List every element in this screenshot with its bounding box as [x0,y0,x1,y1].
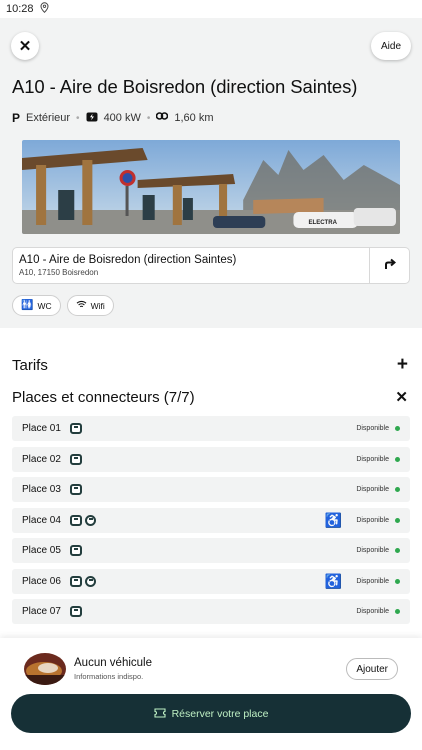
tarifs-section[interactable]: Tarifs + [0,354,422,376]
available-dot-icon [395,426,400,431]
parking-type: Extérieur [26,112,71,124]
parking-icon: P [12,111,21,125]
place-label: Place 01 [22,423,61,434]
power-value: 400 kW [103,112,141,124]
vehicle-image [24,653,66,685]
ccs-connector-icon [70,484,82,495]
place-label: Place 04 [22,514,61,526]
add-vehicle-button[interactable]: Ajouter [346,658,398,680]
separator-dot: • [76,112,80,124]
available-dot-icon [395,487,400,492]
distance-value: 1,60 km [174,112,214,124]
ccs-connector-icon [70,453,82,465]
address-card[interactable]: A10 - Aire de Boisredon (direction Saint… [12,247,410,284]
wc-icon: 🚻 [21,300,34,311]
svg-text:ELECTRA: ELECTRA [309,220,338,226]
amenity-wifi: Wifi [66,295,114,316]
places-section[interactable]: Places et connecteurs (7/7) ✕ [0,386,422,408]
separator-dot: • [146,112,151,124]
place-status: Disponible [356,608,389,615]
close-button[interactable]: ✕ [11,32,39,60]
ccs-connector-icon [70,575,82,587]
distance-icon [156,111,169,125]
available-dot-icon [395,517,400,523]
close-icon: ✕ [18,38,32,55]
wheelchair-accessible-icon: ♿ [324,511,343,528]
place-status: Disponible [356,486,389,493]
station-meta: P Extérieur • 400 kW • 1,60 km [0,98,422,128]
place-label: Place 02 [22,453,61,465]
collapse-close-icon[interactable]: ✕ [395,388,408,406]
station-header-panel: ✕ Aide A10 - Aire de Boisredon (directio… [0,18,422,328]
place-status: Disponible [356,516,389,524]
amenity-label: WC [37,300,52,311]
status-bar: 10:28 [0,0,422,18]
type2-connector-icon [85,514,96,526]
status-time: 10:28 [6,3,34,15]
place-status: Disponible [356,547,389,554]
ccs-connector-icon [70,514,82,526]
tarifs-label: Tarifs [12,356,48,374]
place-status: Disponible [356,425,389,432]
vehicle-row[interactable]: Aucun véhicule Informations indispo. Ajo… [0,638,422,690]
address-name: A10 - Aire de Boisredon (direction Saint… [19,254,237,266]
place-label: Place 03 [22,484,61,495]
directions-button[interactable] [369,248,409,283]
station-title: A10 - Aire de Boisredon (direction Saint… [12,76,358,97]
amenity-label: Wifi [90,300,105,311]
power-icon [86,112,98,125]
vehicle-name: Aucun véhicule [74,657,152,669]
place-label: Place 06 [22,575,61,587]
place-status: Disponible [356,455,389,463]
place-row[interactable]: Place 01 Disponible [12,416,410,441]
help-button[interactable]: Aide [370,32,411,60]
wifi-icon [76,300,87,312]
reserve-label: Réserver votre place [171,707,269,720]
station-photo[interactable]: ELECTRA [22,140,400,234]
address-line: A10, 17150 Boisredon [19,268,99,277]
place-row[interactable]: Place 03 Disponible [12,477,410,502]
available-dot-icon [395,456,400,462]
place-row[interactable]: Place 06 ♿ Disponible [12,568,410,594]
place-label: Place 07 [22,606,61,617]
bottom-action-bar: Aucun véhicule Informations indispo. Ajo… [0,638,422,750]
place-row[interactable]: Place 05 Disponible [12,538,410,563]
available-dot-icon [395,548,400,553]
ccs-connector-icon [70,545,82,556]
directions-arrow-icon [384,257,396,274]
ticket-icon [154,707,166,721]
wheelchair-accessible-icon: ♿ [324,572,343,589]
ccs-connector-icon [70,606,82,617]
vehicle-info: Informations indispo. [74,672,144,681]
place-row[interactable]: Place 02 Disponible [12,446,410,472]
places-label: Places et connecteurs (7/7) [12,388,195,406]
location-pin-icon [40,2,49,16]
place-row[interactable]: Place 04 ♿ Disponible [12,507,410,533]
available-dot-icon [395,609,400,614]
ccs-connector-icon [70,423,82,434]
available-dot-icon [395,578,400,584]
reserve-button[interactable]: Réserver votre place [11,694,411,733]
expand-plus-icon[interactable]: + [397,354,408,376]
place-list: Place 01 Disponible Place 02 Disponible … [0,416,422,624]
place-label: Place 05 [22,545,61,556]
amenities: 🚻 WC Wifi [0,284,422,316]
type2-connector-icon [85,575,96,587]
amenity-wc: 🚻 WC [12,295,61,316]
place-row[interactable]: Place 07 Disponible [12,599,410,624]
place-status: Disponible [356,577,389,585]
